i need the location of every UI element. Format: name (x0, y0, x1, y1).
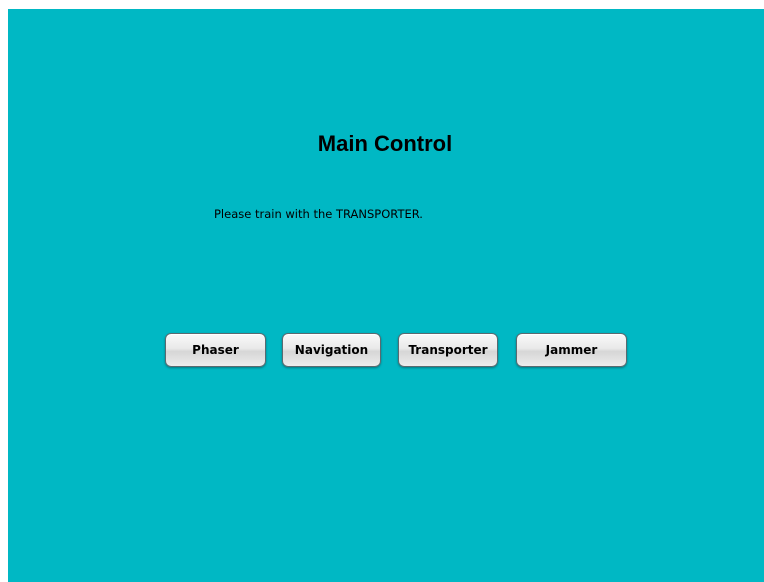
phaser-button[interactable]: Phaser (165, 333, 266, 367)
page-title-text: Main Control (317, 131, 453, 156)
transporter-button[interactable]: Transporter (398, 333, 498, 367)
instruction-message: Please train with the TRANSPORTER. (214, 207, 423, 221)
main-control-panel: Main Control Please train with the TRANS… (8, 9, 764, 582)
page-title: Main Control (8, 131, 764, 157)
navigation-button[interactable]: Navigation (282, 333, 381, 367)
control-button-row: Phaser Navigation Transporter Jammer (8, 333, 764, 369)
jammer-button[interactable]: Jammer (516, 333, 627, 367)
